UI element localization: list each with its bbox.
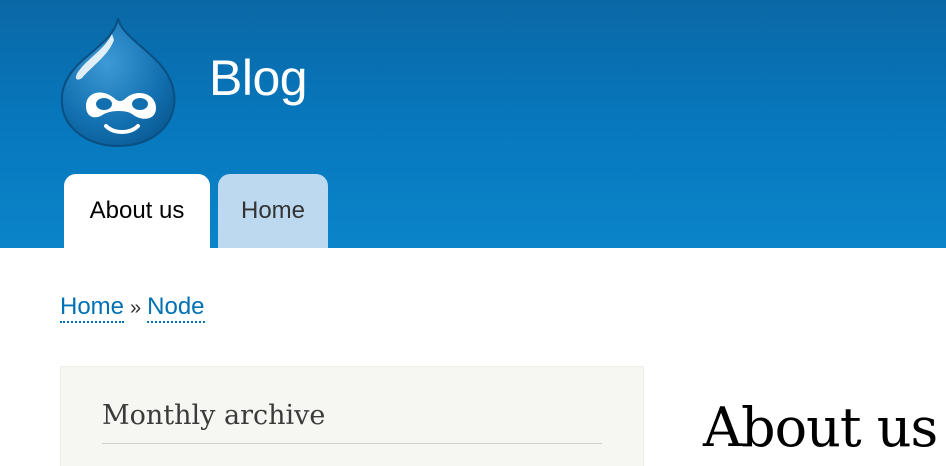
breadcrumb-link-node[interactable]: Node: [147, 293, 205, 323]
site-header: Blog About us Home: [0, 0, 946, 248]
breadcrumb-separator: »: [130, 297, 142, 319]
monthly-archive-block: Monthly archive: [60, 366, 644, 466]
site-name-link[interactable]: Blog: [209, 48, 308, 108]
tab-home[interactable]: Home: [218, 174, 328, 248]
drupal-drop-icon[interactable]: [56, 14, 180, 148]
tab-about-us[interactable]: About us: [64, 174, 210, 248]
breadcrumb-link-home[interactable]: Home: [60, 293, 125, 323]
breadcrumb: Home» Node: [60, 290, 205, 325]
block-title: Monthly archive: [102, 397, 602, 444]
page-title: About us: [703, 396, 938, 459]
page: Blog About us Home Home» Node Monthly arc…: [0, 0, 946, 466]
